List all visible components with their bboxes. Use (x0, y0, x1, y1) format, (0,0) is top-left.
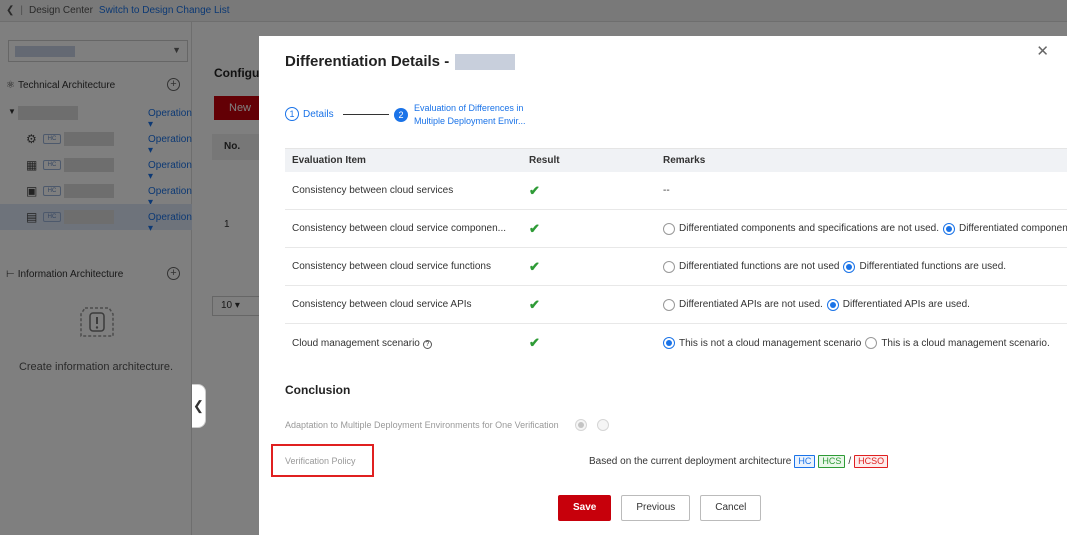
differentiation-details-dialog: Differentiation Details - ✕ 1 Details 2 … (259, 36, 1067, 535)
evaluation-table: Evaluation Item Result Remarks Consisten… (285, 148, 1067, 362)
radio-not-used[interactable] (663, 222, 675, 235)
adaptation-radio-yes[interactable] (574, 419, 587, 431)
verification-policy-label: Verification Policy (285, 456, 356, 466)
radio-not-used[interactable] (663, 260, 675, 273)
table-row: Consistency between cloud service APIs ✔… (285, 286, 1067, 324)
adaptation-radio-no[interactable] (596, 419, 609, 431)
collapse-sidebar-button[interactable]: ❮ (192, 384, 206, 428)
table-row: Consistency between cloud service compon… (285, 210, 1067, 248)
radio-used[interactable] (843, 260, 856, 273)
redacted-title (455, 53, 516, 70)
radio-label: Differentiated APIs are not used. (679, 299, 823, 310)
check-icon: ✔ (529, 296, 540, 312)
hcso-tag: HCSO (854, 455, 889, 468)
header-result: Result (529, 155, 560, 166)
check-icon: ✔ (529, 335, 540, 350)
step-evaluation[interactable]: 2 Evaluation of Differences in Multiple … (394, 102, 554, 128)
check-icon: ✔ (529, 182, 540, 198)
step-label: Details (303, 108, 334, 120)
remarks-options: Differentiated components and specificat… (663, 222, 1067, 235)
radio-label: Differentiated APIs are used. (842, 299, 970, 310)
table-row: Consistency between cloud service functi… (285, 248, 1067, 286)
close-icon[interactable]: ✕ (1036, 42, 1049, 60)
hcs-tag: HCS (818, 455, 846, 468)
check-icon: ✔ (529, 258, 540, 274)
radio-cloud-management[interactable] (865, 337, 878, 349)
tag-separator: / (848, 456, 852, 467)
step-number: 2 (394, 108, 408, 122)
cancel-button[interactable]: Cancel (700, 495, 762, 521)
step-label: Evaluation of Differences in Multiple De… (414, 103, 526, 126)
radio-label: Differentiated components and specificat… (958, 223, 1067, 234)
evaluation-item: Consistency between cloud service functi… (292, 261, 491, 272)
table-row: Cloud management scenario? ✔ This is not… (285, 324, 1067, 362)
evaluation-item: Consistency between cloud service compon… (292, 223, 507, 234)
help-icon[interactable]: ? (422, 339, 432, 349)
adaptation-row: Adaptation to Multiple Deployment Enviro… (285, 419, 609, 431)
radio-label: Differentiated components and specificat… (679, 223, 939, 234)
evaluation-item: Consistency between cloud service APIs (292, 299, 472, 310)
previous-button[interactable]: Previous (621, 495, 691, 521)
header-remarks: Remarks (663, 155, 706, 166)
save-button[interactable]: Save (558, 495, 612, 521)
radio-used[interactable] (942, 222, 955, 235)
radio-label: This is a cloud management scenario. (881, 337, 1050, 349)
radio-label: Differentiated functions are used. (859, 261, 1007, 272)
check-icon: ✔ (529, 220, 540, 236)
dialog-title: Differentiation Details - (285, 53, 516, 70)
step-number: 1 (285, 107, 299, 121)
radio-label: Differentiated functions are not used (679, 261, 840, 272)
table-header: Evaluation Item Result Remarks (285, 148, 1067, 172)
dialog-actions: Save Previous Cancel (558, 495, 762, 521)
adaptation-label: Adaptation to Multiple Deployment Enviro… (285, 420, 559, 430)
evaluation-item: Consistency between cloud services (292, 185, 454, 196)
remarks-options: This is not a cloud management scenario … (663, 337, 1067, 349)
step-details[interactable]: 1 Details (285, 107, 334, 121)
conclusion-title: Conclusion (285, 383, 351, 397)
dialog-title-text: Differentiation Details - (285, 53, 450, 70)
radio-used[interactable] (826, 298, 839, 311)
radio-label: This is not a cloud management scenario (679, 337, 862, 349)
verification-policy-value: Based on the current deployment architec… (589, 455, 889, 468)
header-evaluation-item: Evaluation Item (292, 155, 366, 166)
remarks-options: Differentiated functions are not used Di… (663, 260, 1067, 273)
radio-not-used[interactable] (663, 298, 675, 311)
hc-tag: HC (794, 455, 816, 468)
radio-not-cloud-management[interactable] (663, 337, 675, 349)
remarks-options: Differentiated APIs are not used. Differ… (663, 298, 1067, 311)
step-connector (343, 114, 389, 115)
remarks-text: -- (663, 185, 670, 196)
policy-text: Based on the current deployment architec… (589, 456, 792, 467)
evaluation-item: Cloud management scenario? (285, 338, 511, 349)
table-row: Consistency between cloud services ✔ -- (285, 172, 1067, 210)
